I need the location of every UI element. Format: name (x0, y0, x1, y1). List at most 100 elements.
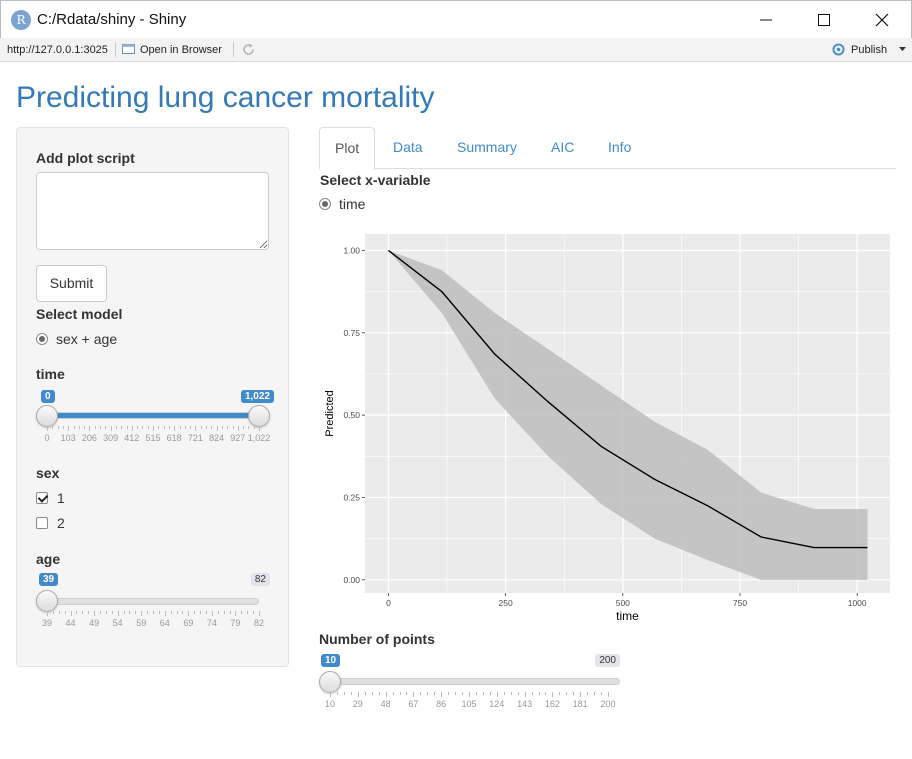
slider-major-tick (580, 692, 582, 697)
slider-minor-tick (601, 692, 603, 695)
slider-tick-label: 162 (544, 699, 560, 709)
slider-major-tick (188, 611, 190, 616)
slider-major-tick (131, 426, 133, 431)
slider-minor-tick (253, 611, 255, 614)
slider-minor-tick (200, 611, 202, 614)
slider-minor-tick (57, 426, 59, 429)
radio-button[interactable] (36, 333, 48, 345)
slider-minor-tick (350, 692, 352, 695)
slider-value-badge: 10 (321, 654, 341, 667)
window-title: C:/Rdata/shiny - Shiny (37, 11, 187, 28)
toolbar-divider (115, 42, 116, 57)
slider-tick-label: 721 (187, 433, 203, 443)
slider-minor-tick (82, 611, 84, 614)
slider-tick-label: 82 (253, 618, 265, 628)
age-slider-label: age (36, 551, 61, 567)
sex-checkbox-option[interactable]: 2 (36, 515, 65, 531)
tab-summary[interactable]: Summary (442, 127, 532, 169)
slider-minor-tick (105, 611, 107, 614)
plot-script-textarea[interactable] (36, 172, 269, 250)
slider-minor-tick (217, 611, 219, 614)
slider-tick-label: 59 (136, 618, 147, 628)
points-slider[interactable]: 10 200 10 29 48 67 86 105 124 143 162 181 200 (319, 653, 624, 713)
url-display[interactable]: http://127.0.0.1:3025 (7, 44, 108, 56)
x-tick-label: 500 (616, 598, 630, 608)
slider-tick-label: 64 (159, 618, 170, 628)
slider-tick-label: 39 (41, 618, 53, 628)
slider-major-tick (47, 611, 48, 616)
refresh-button[interactable] (241, 42, 256, 60)
x-variable-radio-option[interactable]: time (319, 196, 365, 212)
slider-major-tick (552, 692, 554, 697)
slider-minor-tick (206, 426, 207, 429)
prediction-chart-svg: 0 250 500 750 1000 0.00 0.25 0.50 0.75 1.00 time Pr… (324, 234, 890, 623)
slider-minor-tick (100, 611, 101, 614)
sex-checkbox-option[interactable]: 1 (36, 490, 65, 506)
select-model-label: Select model (36, 306, 123, 322)
x-tick-label: 0 (386, 598, 391, 608)
tab-bar: Plot Data Summary AIC Info (319, 127, 896, 170)
slider-minor-tick (147, 611, 149, 614)
slider-major-tick (237, 426, 239, 431)
close-icon (875, 13, 889, 27)
slider-minor-tick (241, 611, 243, 614)
checkbox-checked[interactable] (36, 492, 48, 504)
open-in-browser-button[interactable]: Open in Browser (122, 43, 222, 56)
viewer-toolbar: http://127.0.0.1:3025 Open in Browser Pu… (0, 38, 912, 62)
slider-track[interactable] (329, 678, 620, 685)
slider-from-badge: 0 (41, 390, 55, 403)
slider-tick-label: 181 (572, 699, 588, 709)
time-range-slider[interactable]: 0 1,022 0 103 206 309 412 515 618 721 824 927 1,02… (36, 388, 274, 448)
maximize-button[interactable] (801, 1, 847, 39)
slider-max-badge: 200 (595, 654, 620, 667)
slider-major-tick (174, 426, 176, 431)
slider-minor-tick (100, 426, 101, 429)
slider-minor-tick (406, 692, 408, 695)
slider-tick-label: 74 (206, 618, 217, 628)
slider-tick-label: 103 (60, 433, 76, 443)
slider-major-tick (469, 692, 470, 697)
minimize-button[interactable] (743, 1, 789, 39)
slider-tick-label: 143 (517, 699, 533, 709)
slider-to-badge: 1,022 (240, 390, 274, 403)
model-radio-option[interactable]: sex + age (36, 331, 117, 347)
slider-tick-label: 206 (81, 433, 97, 443)
slider-tick-label: 309 (103, 433, 119, 443)
tab-plot[interactable]: Plot (319, 127, 376, 170)
slider-minor-tick (538, 692, 540, 695)
close-button[interactable] (859, 1, 905, 39)
slider-minor-tick (163, 426, 165, 429)
slider-minor-tick (76, 611, 78, 614)
slider-track[interactable] (46, 598, 259, 605)
y-tick-label: 1.00 (343, 245, 360, 255)
slider-minor-tick (137, 426, 139, 429)
tab-data[interactable]: Data (378, 127, 438, 169)
slider-major-tick (164, 611, 166, 616)
slider-minor-tick (179, 426, 181, 429)
slider-to-handle[interactable] (248, 405, 270, 427)
slider-max-badge: 82 (250, 573, 270, 586)
slider-minor-tick (170, 611, 172, 614)
slider-range-fill (47, 413, 258, 418)
points-slider-label: Number of points (319, 631, 435, 647)
age-slider[interactable]: 39 82 39 44 49 54 59 64 69 74 79 82 (36, 573, 271, 633)
submit-button[interactable]: Submit (36, 265, 107, 302)
slider-from-handle[interactable] (36, 405, 58, 427)
slider-minor-tick (115, 426, 117, 429)
slider-major-tick (141, 611, 143, 616)
slider-minor-tick (559, 692, 561, 695)
radio-button[interactable] (319, 198, 331, 210)
slider-minor-tick (455, 692, 457, 695)
slider-handle[interactable] (319, 671, 341, 693)
slider-minor-tick (462, 692, 464, 695)
tab-aic[interactable]: AIC (536, 127, 589, 169)
slider-major-tick (259, 426, 260, 431)
publish-button[interactable]: Publish (831, 43, 906, 56)
slider-tick-label: 48 (380, 699, 391, 709)
slider-handle[interactable] (36, 590, 58, 612)
checkbox-unchecked[interactable] (36, 517, 48, 529)
tab-info[interactable]: Info (593, 127, 646, 169)
slider-minor-tick (153, 611, 154, 614)
x-tick-label: 750 (733, 598, 747, 608)
sex-option-label: 1 (57, 490, 65, 506)
